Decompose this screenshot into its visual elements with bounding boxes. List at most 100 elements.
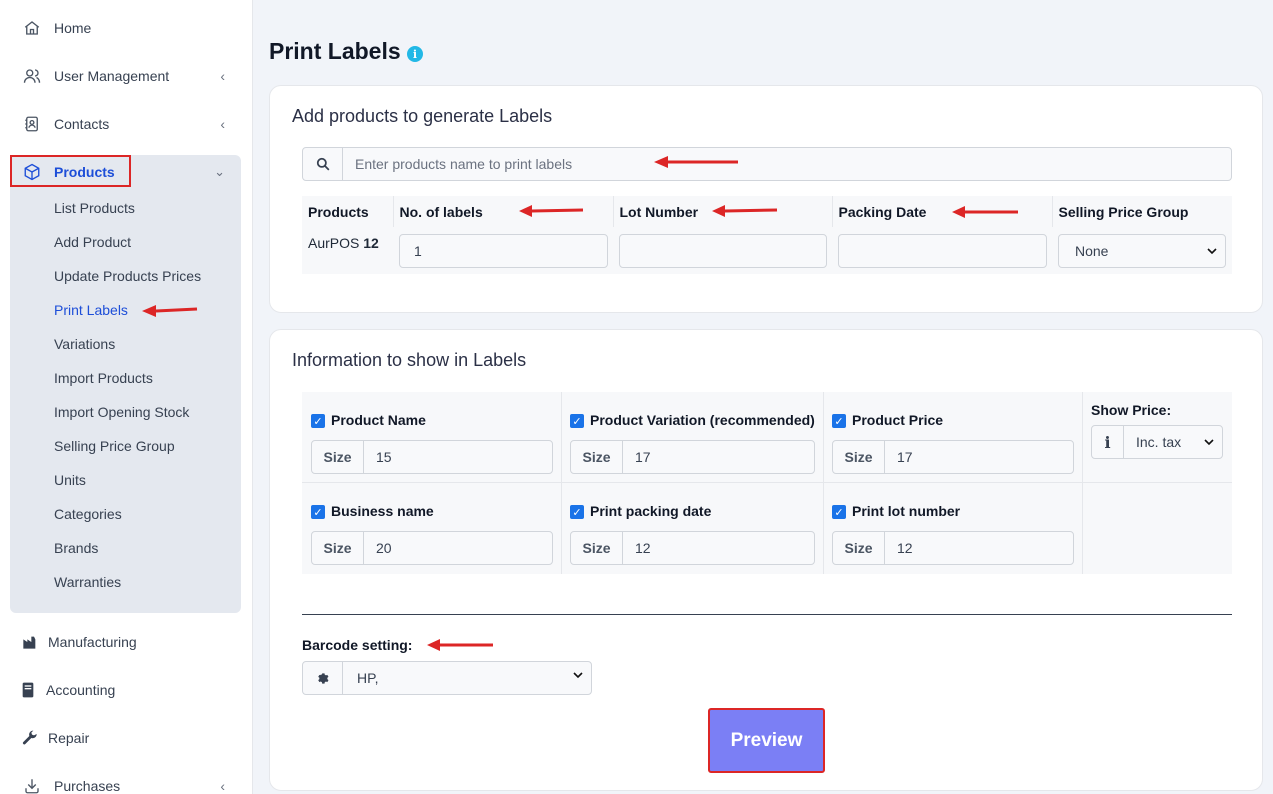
contacts-icon [22,114,42,134]
chevron-down-icon [1207,247,1217,254]
product-variation-checkbox[interactable]: ✓ [570,414,584,428]
annotation-arrow [712,205,778,217]
label-info-card: Information to show in Labels ✓ Product … [269,329,1263,791]
product-name-size: Size 15 [311,440,553,474]
divider [302,614,1232,615]
annotation-arrow [654,156,738,168]
chevron-left-icon: ‹ [220,778,225,794]
search-icon[interactable] [303,148,343,180]
sidebar-subitem-print-labels[interactable]: Print Labels [54,302,128,318]
sidebar-item-label: Purchases [54,778,121,794]
size-label: Size [571,532,623,564]
sidebar-item-contacts[interactable]: Contacts ‹ [0,104,253,144]
sidebar-item-manufacturing[interactable]: Manufacturing [0,622,253,662]
page-title: Print Labels [269,38,401,64]
sidebar-item-label: User Management [54,68,170,84]
barcode-setting-label: Barcode setting: [302,637,413,653]
size-label: Size [312,532,364,564]
barcode-value: HP, [357,670,379,686]
option-label: Product Variation (recommended) [590,412,815,428]
annotation-arrow [142,305,198,317]
column-header: Products [302,196,394,227]
size-input[interactable]: 15 [376,441,392,473]
size-input[interactable]: 17 [635,441,651,473]
sidebar-item-repair[interactable]: Repair [0,718,253,758]
option-label: Print packing date [590,503,712,519]
chevron-left-icon: ‹ [220,68,225,84]
info-icon: i [1092,426,1124,458]
card-title: Add products to generate Labels [292,106,553,126]
book-icon [18,680,38,700]
size-label: Size [833,532,885,564]
product-price-size: Size 17 [832,440,1074,474]
add-products-card: Add products to generate Labels Products… [269,85,1263,313]
packing-date-size: Size 12 [570,531,815,565]
lot-number-input[interactable] [619,233,827,268]
size-input[interactable]: 12 [897,532,913,564]
sidebar-subitem-units[interactable]: Units [54,472,86,488]
download-icon [22,776,42,794]
show-price-select[interactable]: i Inc. tax [1091,425,1223,459]
product-price-checkbox[interactable]: ✓ [832,414,846,428]
sidebar-item-label: Contacts [54,116,110,132]
sidebar-item-accounting[interactable]: Accounting [0,670,253,710]
sidebar-subitem-warranties[interactable]: Warranties [54,574,121,590]
packing-date-input[interactable] [838,233,1047,268]
lot-number-checkbox[interactable]: ✓ [832,505,846,519]
sidebar-subitem-selling-price-group[interactable]: Selling Price Group [54,438,175,454]
sidebar-subitem-add-product[interactable]: Add Product [54,234,131,250]
products-highlight [10,155,131,187]
price-group-select[interactable]: None [1058,233,1226,268]
sidebar-item-label: Manufacturing [48,634,137,650]
business-name-checkbox[interactable]: ✓ [311,505,325,519]
size-label: Size [312,441,364,473]
size-input[interactable]: 17 [897,441,913,473]
annotation-arrow [519,205,584,217]
chevron-down-icon [573,672,583,679]
table-row: AurPOS 12 1 None [302,227,1232,274]
sidebar: Home User Management ‹ Contacts ‹ Produc… [0,0,253,794]
label-options-grid: ✓ Product Name Size 15 ✓ Product Variati… [302,392,1232,574]
sidebar-item-label: Home [54,20,92,36]
sidebar-subitem-update-prices[interactable]: Update Products Prices [54,268,201,284]
option-label: Product Price [852,412,944,428]
option-label: Product Name [331,412,426,428]
product-name: AurPOS [308,235,360,251]
sidebar-item-label: Accounting [46,682,116,698]
sidebar-subitem-import-opening-stock[interactable]: Import Opening Stock [54,404,189,420]
packing-date-checkbox[interactable]: ✓ [570,505,584,519]
card-title: Information to show in Labels [292,350,527,370]
product-name-checkbox[interactable]: ✓ [311,414,325,428]
price-group-value: None [1075,242,1109,259]
option-label: Print lot number [852,503,961,519]
size-label: Size [833,441,885,473]
column-header: Selling Price Group [1058,203,1189,220]
size-input[interactable]: 12 [635,532,651,564]
users-icon [22,66,42,86]
factory-icon [20,632,40,652]
sidebar-subitem-brands[interactable]: Brands [54,540,98,556]
sidebar-subitem-list-products[interactable]: List Products [54,200,135,216]
chevron-down-icon [1204,439,1214,446]
sidebar-item-home[interactable]: Home [0,8,253,48]
barcode-setting-select[interactable]: HP, [302,661,592,695]
sidebar-subitem-variations[interactable]: Variations [54,336,115,352]
annotation-arrow [952,206,1018,218]
home-icon [22,18,42,38]
search-input[interactable] [344,148,1231,180]
product-sku: 12 [363,235,379,251]
sidebar-subitem-categories[interactable]: Categories [54,506,122,522]
info-icon[interactable]: i [407,46,423,62]
sidebar-item-user-management[interactable]: User Management ‹ [0,56,253,96]
annotation-arrow [427,639,493,651]
sidebar-subitem-import-products[interactable]: Import Products [54,370,153,386]
no-of-labels-input[interactable]: 1 [399,233,608,268]
sidebar-item-purchases[interactable]: Purchases ‹ [0,766,253,794]
business-name-size: Size 20 [311,531,553,565]
size-input[interactable]: 20 [376,532,392,564]
size-label: Size [571,441,623,473]
show-price-value: Inc. tax [1136,434,1182,450]
preview-button[interactable]: Preview [708,708,825,773]
gear-icon [303,662,343,694]
search-group [302,147,1232,181]
